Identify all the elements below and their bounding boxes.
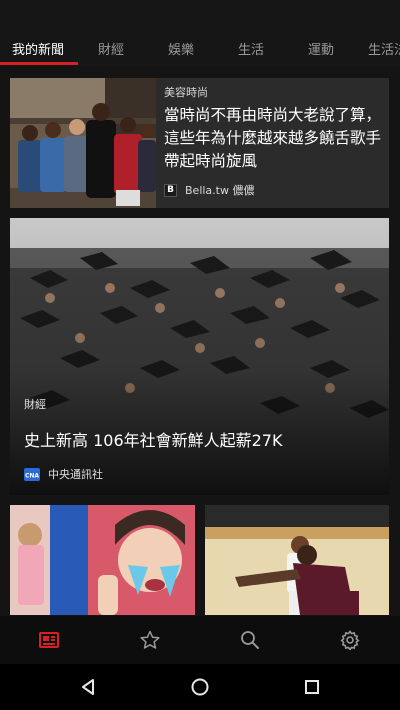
svg-text:CNA: CNA [25, 472, 39, 479]
source-name: Bella.tw 儂儂 [185, 184, 255, 197]
home-icon[interactable] [188, 675, 212, 699]
recents-icon[interactable] [300, 675, 324, 699]
tab-sports[interactable]: 運動 [308, 39, 334, 58]
card-headline[interactable]: 當時尚不再由時尚大老說了算，這些年為什麼越來越多饒舌歌手帶起時尚旋風 [164, 104, 384, 173]
news-card-finance[interactable]: 財經 史上新高 106年社會新鮮人起薪27K CNA 中央通訊社 [10, 218, 389, 495]
card-source: B Bella.tw 儂儂 [164, 182, 254, 198]
graduation-crowd-photo [10, 218, 389, 495]
back-icon[interactable] [76, 675, 100, 699]
tab-lifestyle-2[interactable]: 生活法 [368, 39, 400, 58]
source-name: 中央通訊社 [48, 468, 103, 481]
bottom-nav-bar [0, 616, 400, 664]
card-category: 財經 [24, 398, 46, 411]
bella-logo-icon: B [164, 183, 177, 197]
tab-lifestyle[interactable]: 生活 [238, 39, 264, 58]
news-thumbnail-entertainment[interactable] [10, 505, 195, 615]
star-icon[interactable] [138, 628, 162, 652]
card-source: CNA 中央通訊社 [24, 466, 103, 482]
rappers-group-photo [10, 78, 156, 208]
category-tab-bar: 我的新聞 財經 娛樂 生活 運動 生活法 [0, 0, 400, 66]
tab-finance[interactable]: 財經 [98, 39, 124, 58]
tab-my-news[interactable]: 我的新聞 [12, 39, 64, 58]
card-headline[interactable]: 史上新高 106年社會新鮮人起薪27K [24, 427, 282, 451]
gear-icon[interactable] [338, 628, 362, 652]
news-thumbnail-sports[interactable] [205, 505, 389, 615]
search-icon[interactable] [238, 628, 262, 652]
card-category: 美容時尚 [164, 86, 208, 99]
tab-entertainment[interactable]: 娛樂 [168, 39, 194, 58]
news-icon[interactable] [37, 628, 61, 652]
system-nav-bar [0, 664, 400, 710]
news-card-fashion[interactable]: 美容時尚 當時尚不再由時尚大老說了算，這些年為什麼越來越多饒舌歌手帶起時尚旋風 … [10, 78, 389, 208]
active-tab-indicator [0, 62, 78, 65]
cna-logo-icon: CNA [24, 467, 40, 481]
